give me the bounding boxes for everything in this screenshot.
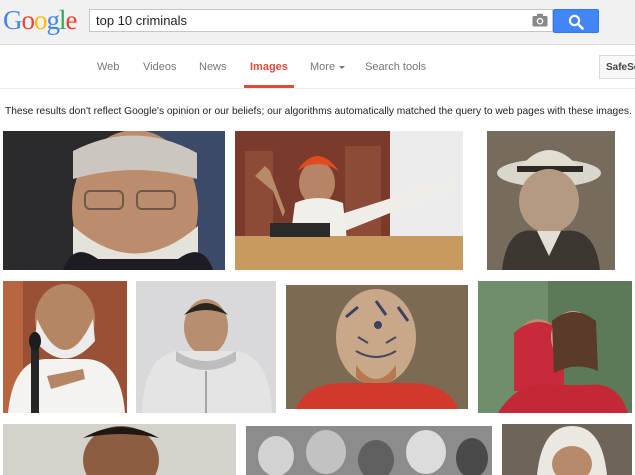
logo-letter: e: [65, 5, 78, 35]
tab-search-tools[interactable]: Search tools: [365, 61, 426, 73]
chevron-down-icon: [339, 65, 346, 69]
tab-news[interactable]: News: [199, 61, 227, 73]
tab-images[interactable]: Images: [250, 61, 288, 73]
image-result[interactable]: [478, 281, 632, 413]
search-button[interactable]: [553, 9, 599, 33]
tab-videos[interactable]: Videos: [143, 61, 176, 73]
logo-letter: o: [21, 5, 35, 35]
image-result[interactable]: [487, 131, 615, 270]
tab-more-label: More: [310, 61, 336, 73]
safesearch-button[interactable]: SafeSearch: [599, 55, 635, 79]
search-tabs: Web Videos News Images More Search tools: [0, 44, 635, 89]
camera-icon[interactable]: [532, 13, 548, 27]
image-result[interactable]: [3, 424, 236, 475]
image-result[interactable]: [3, 281, 127, 413]
active-tab-indicator: [244, 85, 294, 88]
logo-letter: o: [34, 5, 47, 35]
google-logo[interactable]: Google: [3, 5, 77, 35]
image-result[interactable]: [246, 426, 492, 475]
search-input[interactable]: [96, 13, 516, 28]
image-result[interactable]: [502, 424, 632, 475]
tab-more[interactable]: More: [310, 61, 346, 73]
top-bar: Google: [0, 0, 635, 45]
disclaimer-text: These results don't reflect Google's opi…: [5, 106, 632, 117]
logo-letter: g: [46, 5, 60, 35]
search-icon: [568, 14, 584, 30]
image-result[interactable]: [136, 281, 276, 413]
tab-web[interactable]: Web: [97, 61, 119, 73]
search-box[interactable]: [89, 9, 553, 32]
image-result[interactable]: [235, 131, 463, 270]
image-result[interactable]: [3, 131, 225, 270]
image-result[interactable]: [286, 285, 468, 409]
logo-letter: G: [3, 5, 22, 35]
